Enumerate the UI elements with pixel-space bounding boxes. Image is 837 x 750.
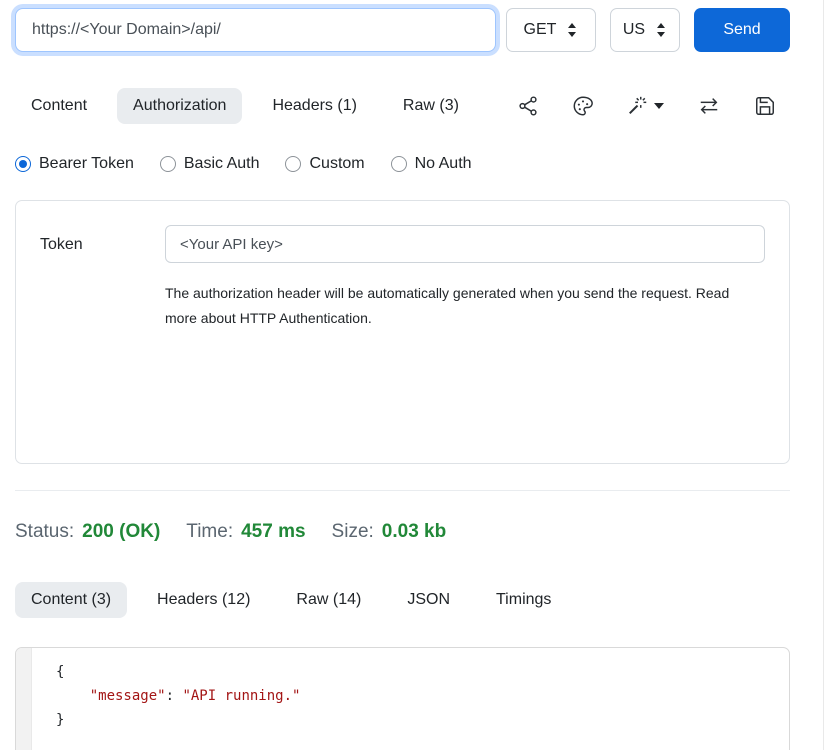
tab-raw[interactable]: Raw (3) (387, 88, 475, 124)
radio-label: Basic Auth (184, 155, 260, 173)
json-line: } (56, 708, 789, 732)
main-column: GET US Send (15, 0, 790, 750)
request-bar: GET US Send (15, 8, 790, 52)
method-select-value: GET (524, 21, 557, 39)
save-icon[interactable] (754, 95, 776, 117)
response-tab-headers[interactable]: Headers (12) (141, 582, 266, 618)
code-gutter (16, 648, 32, 750)
time-group: Time: 457 ms (186, 521, 305, 543)
tab-content[interactable]: Content (15, 88, 103, 124)
response-tab-timings[interactable]: Timings (480, 582, 567, 618)
region-select[interactable]: US (610, 8, 680, 52)
palette-icon[interactable] (572, 95, 594, 117)
json-line: "message": "API running." (56, 684, 789, 708)
send-button[interactable]: Send (694, 8, 790, 52)
auth-helper-text: The authorization header will be automat… (165, 281, 750, 331)
magic-wand-icon[interactable] (627, 95, 664, 117)
json-key: "message" (90, 688, 166, 704)
size-group: Size: 0.03 kb (332, 521, 447, 543)
status-label: Status: (15, 521, 74, 543)
response-tab-content[interactable]: Content (3) (15, 582, 127, 618)
radio-label: No Auth (415, 155, 472, 173)
api-tester-page: GET US Send (0, 0, 837, 750)
response-body-panel: { "message": "API running."} (15, 647, 790, 750)
radio-label: Custom (309, 155, 364, 173)
response-tab-raw[interactable]: Raw (14) (280, 582, 377, 618)
radio-label: Bearer Token (39, 155, 134, 173)
url-input[interactable] (15, 8, 496, 52)
radio-bearer-token[interactable]: Bearer Token (15, 155, 134, 173)
right-panel-divider (823, 0, 824, 750)
radio-button-icon (160, 156, 176, 172)
token-row: Token (40, 225, 765, 263)
method-select[interactable]: GET (506, 8, 596, 52)
toolbar-icons (517, 95, 790, 117)
radio-button-icon (285, 156, 301, 172)
radio-no-auth[interactable]: No Auth (391, 155, 472, 173)
region-select-value: US (623, 21, 645, 39)
json-line: { (56, 660, 789, 684)
tab-headers[interactable]: Headers (1) (256, 88, 372, 124)
response-json-content[interactable]: { "message": "API running."} (32, 648, 789, 750)
json-value: "API running." (182, 688, 300, 704)
response-tabs-row: Content (3) Headers (12) Raw (14) JSON T… (15, 579, 790, 621)
authorization-panel: Token The authorization header will be a… (15, 200, 790, 464)
section-divider (15, 490, 790, 491)
size-label: Size: (332, 521, 374, 543)
time-label: Time: (186, 521, 233, 543)
radio-basic-auth[interactable]: Basic Auth (160, 155, 260, 173)
status-value: 200 (OK) (82, 521, 160, 543)
tab-authorization[interactable]: Authorization (117, 88, 242, 124)
radio-button-icon (391, 156, 407, 172)
request-tabs-row: Content Authorization Headers (1) Raw (3… (15, 86, 790, 126)
response-tab-json[interactable]: JSON (391, 582, 466, 618)
radio-button-icon (15, 156, 31, 172)
size-value: 0.03 kb (382, 521, 446, 543)
updown-arrows-icon (566, 22, 578, 38)
share-icon[interactable] (517, 95, 539, 117)
response-status-row: Status: 200 (OK) Time: 457 ms Size: 0.03… (15, 521, 790, 543)
chevron-down-icon (654, 103, 664, 109)
token-label: Token (40, 234, 165, 254)
radio-custom[interactable]: Custom (285, 155, 364, 173)
auth-type-options: Bearer Token Basic Auth Custom No Auth (15, 155, 790, 173)
updown-arrows-icon (655, 22, 667, 38)
time-value: 457 ms (241, 521, 305, 543)
status-group: Status: 200 (OK) (15, 521, 160, 543)
token-input[interactable] (165, 225, 765, 263)
swap-arrows-icon[interactable] (697, 95, 721, 117)
